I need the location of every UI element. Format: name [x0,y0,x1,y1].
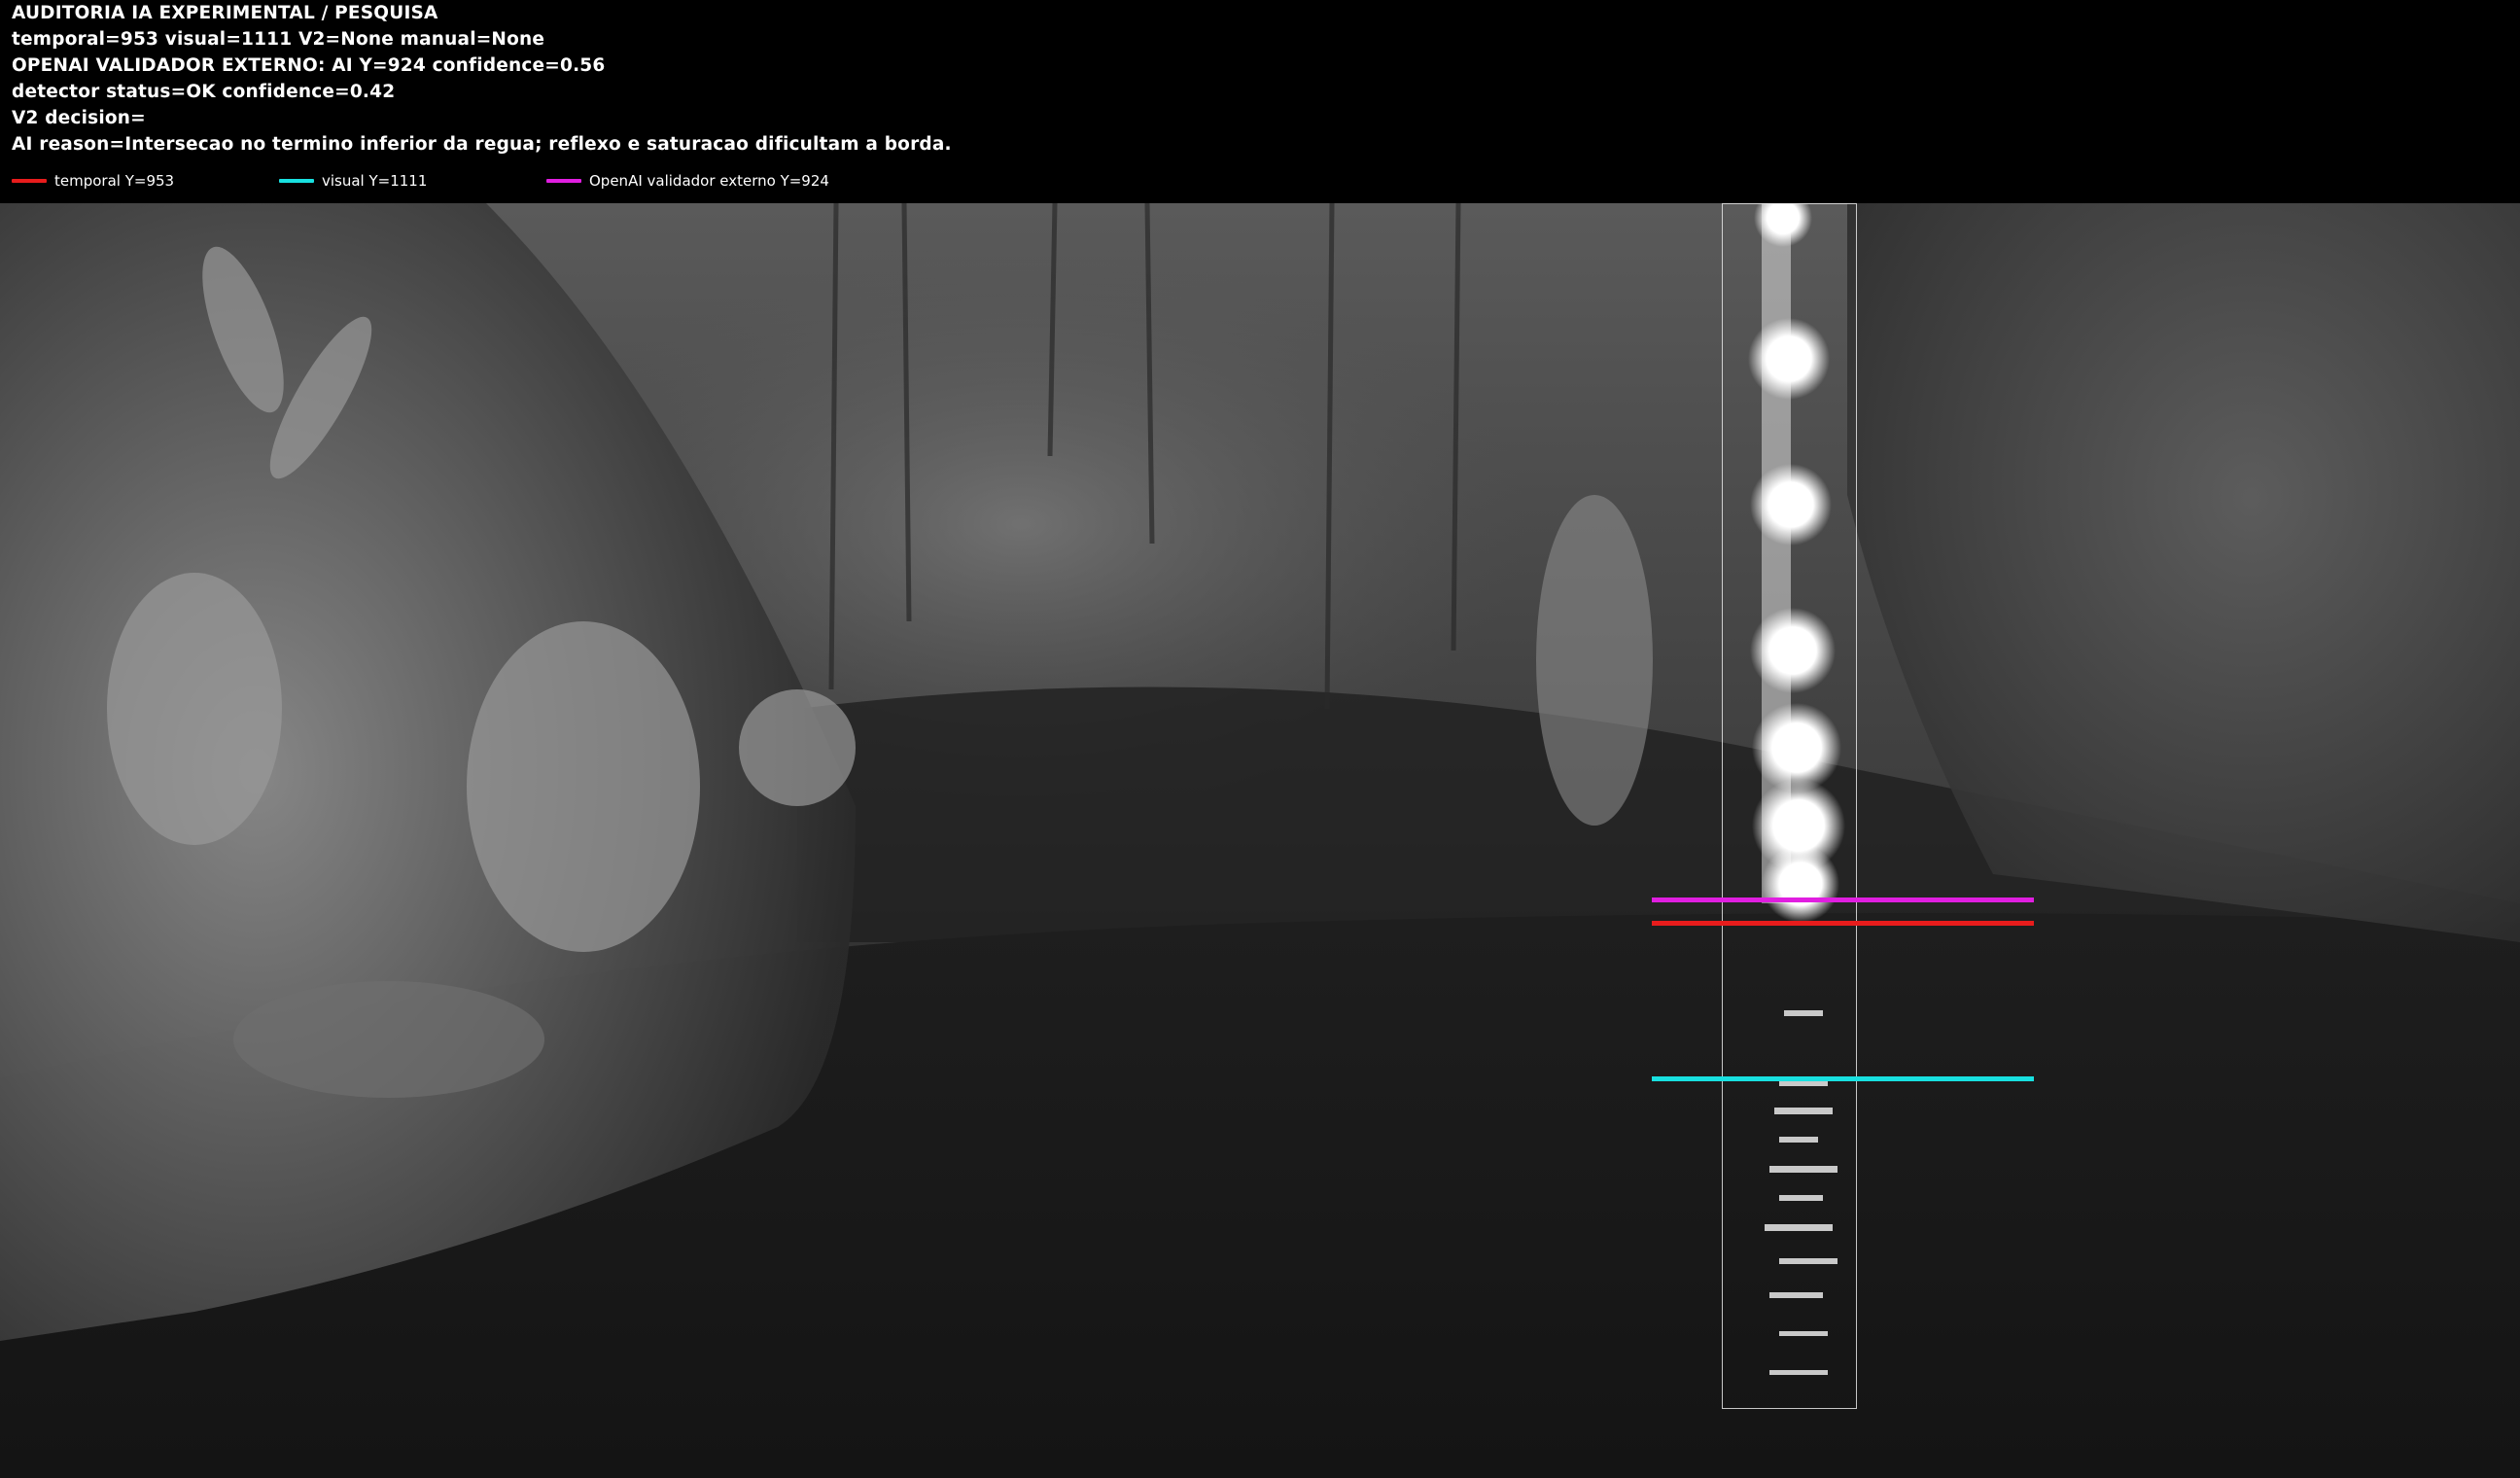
gauge-roi-box [1722,203,1857,1409]
temporal-level-line [1652,921,2034,926]
audit-header: AUDITORIA IA EXPERIMENTAL / PESQUISA tem… [0,0,2520,203]
legend-openai: OpenAI validador externo Y=924 [546,171,829,191]
level-values-line: temporal=953 visual=1111 V2=None manual=… [12,29,545,50]
legend-temporal: temporal Y=953 [12,171,174,191]
legend-label-openai: OpenAI validador externo Y=924 [589,172,829,190]
legend-label-visual: visual Y=1111 [322,172,428,190]
legend-swatch-openai [546,179,581,183]
legend-visual: visual Y=1111 [279,171,427,191]
openai-validator-line: OPENAI VALIDADOR EXTERNO: AI Y=924 confi… [12,55,606,76]
ai-reason-line: AI reason=Intersecao no termino inferior… [12,134,952,155]
v2-decision-line: V2 decision= [12,108,146,128]
legend-swatch-temporal [12,179,47,183]
audit-title: AUDITORIA IA EXPERIMENTAL / PESQUISA [12,3,438,23]
legend-swatch-visual [279,179,314,183]
visual-level-line [1652,1076,2034,1081]
detector-status-line: detector status=OK confidence=0.42 [12,82,396,102]
night-scene-image [0,203,2520,1478]
openai-level-line [1652,897,2034,902]
legend-label-temporal: temporal Y=953 [54,172,175,190]
camera-frame [0,203,2520,1478]
